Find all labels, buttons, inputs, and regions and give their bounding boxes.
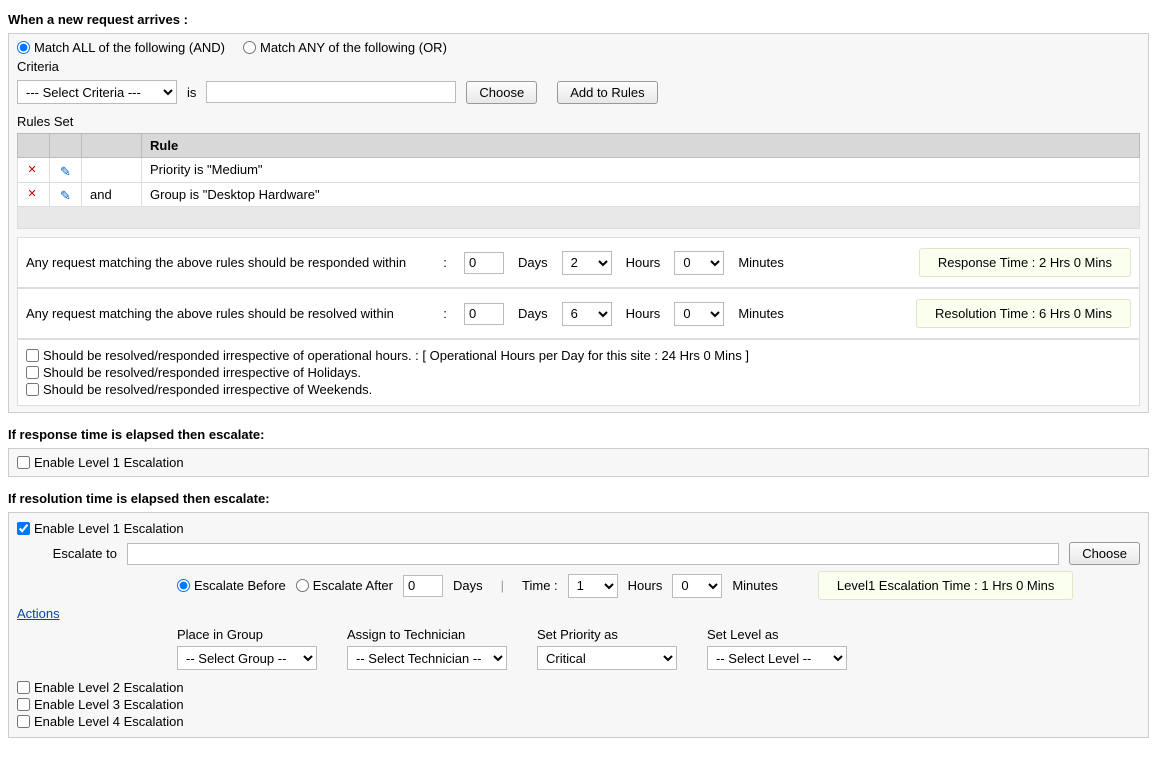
escalate-days-input[interactable] <box>403 575 443 597</box>
days-label: Days <box>453 578 483 593</box>
resolution-days-input[interactable] <box>464 303 504 325</box>
resolution-hours-select[interactable]: 6 <box>562 302 612 326</box>
minutes-label: Minutes <box>738 306 784 321</box>
criteria-is-label: is <box>187 85 196 100</box>
set-level-label: Set Level as <box>707 627 847 642</box>
table-row: and Group is "Desktop Hardware" <box>18 182 1140 207</box>
operational-hours-box: Should be resolved/responded irrespectiv… <box>17 339 1140 406</box>
ops-main-label[interactable]: Should be resolved/responded irrespectiv… <box>26 348 1131 363</box>
rule-text: Priority is "Medium" <box>142 158 1140 183</box>
days-label: Days <box>518 255 548 270</box>
resolution-label: Any request matching the above rules sho… <box>26 306 426 321</box>
match-all-radio[interactable] <box>17 41 30 54</box>
ops-weekends-label[interactable]: Should be resolved/responded irrespectiv… <box>26 382 1131 397</box>
section-title-new-request: When a new request arrives : <box>8 12 1149 27</box>
days-label: Days <box>518 306 548 321</box>
edit-icon[interactable] <box>59 188 73 202</box>
set-priority-label: Set Priority as <box>537 627 677 642</box>
resolution-time-badge: Resolution Time : 6 Hrs 0 Mins <box>916 299 1131 328</box>
resolution-level3-checkbox[interactable] <box>17 698 30 711</box>
response-level1-checkbox[interactable] <box>17 456 30 469</box>
escalate-hours-select[interactable]: 1 <box>568 574 618 598</box>
ops-holidays-label[interactable]: Should be resolved/responded irrespectiv… <box>26 365 1131 380</box>
choose-button[interactable]: Choose <box>466 81 537 104</box>
table-row: Priority is "Medium" <box>18 158 1140 183</box>
response-time-badge: Response Time : 2 Hrs 0 Mins <box>919 248 1131 277</box>
criteria-select[interactable]: --- Select Criteria --- <box>17 80 177 104</box>
hours-label: Hours <box>626 255 661 270</box>
match-any-label[interactable]: Match ANY of the following (OR) <box>243 40 447 55</box>
section-title-response-escalate: If response time is elapsed then escalat… <box>8 427 1149 442</box>
resolution-level4-label[interactable]: Enable Level 4 Escalation <box>17 714 1140 729</box>
ops-holidays-checkbox[interactable] <box>26 366 39 379</box>
resolution-time-row: Any request matching the above rules sho… <box>17 288 1140 339</box>
minutes-label: Minutes <box>732 578 778 593</box>
escalate-after-label[interactable]: Escalate After <box>296 578 393 593</box>
delete-icon[interactable] <box>27 188 41 202</box>
place-group-select[interactable]: -- Select Group -- <box>177 646 317 670</box>
response-time-row: Any request matching the above rules sho… <box>17 237 1140 288</box>
place-group-label: Place in Group <box>177 627 317 642</box>
delete-icon[interactable] <box>27 164 41 178</box>
escalate-choose-button[interactable]: Choose <box>1069 542 1140 565</box>
escalate-after-radio[interactable] <box>296 579 309 592</box>
escalate-minutes-select[interactable]: 0 <box>672 574 722 598</box>
escalate-to-label: Escalate to <box>17 546 117 561</box>
table-row-blank <box>18 207 1140 229</box>
hours-label: Hours <box>628 578 663 593</box>
criteria-label: Criteria <box>17 59 1140 74</box>
resolution-level3-label[interactable]: Enable Level 3 Escalation <box>17 697 1140 712</box>
escalate-to-input[interactable] <box>127 543 1059 565</box>
assign-tech-label: Assign to Technician <box>347 627 507 642</box>
rules-table: Rule Priority is "Medium" and Group is "… <box>17 133 1140 229</box>
hours-label: Hours <box>626 306 661 321</box>
resolution-level2-label[interactable]: Enable Level 2 Escalation <box>17 680 1140 695</box>
resolution-level4-checkbox[interactable] <box>17 715 30 728</box>
rule-conj: and <box>82 182 142 207</box>
rule-text: Group is "Desktop Hardware" <box>142 182 1140 207</box>
resolution-escalation-panel: Enable Level 1 Escalation Escalate to Ch… <box>8 512 1149 738</box>
resolution-level2-checkbox[interactable] <box>17 681 30 694</box>
rules-set-label: Rules Set <box>17 114 1140 129</box>
add-to-rules-button[interactable]: Add to Rules <box>557 81 657 104</box>
set-level-select[interactable]: -- Select Level -- <box>707 646 847 670</box>
criteria-panel: Match ALL of the following (AND) Match A… <box>8 33 1149 413</box>
escalation-time-badge: Level1 Escalation Time : 1 Hrs 0 Mins <box>818 571 1073 600</box>
response-days-input[interactable] <box>464 252 504 274</box>
criteria-value-input[interactable] <box>206 81 456 103</box>
response-minutes-select[interactable]: 0 <box>674 251 724 275</box>
rules-col-rule: Rule <box>142 134 1140 158</box>
ops-weekends-checkbox[interactable] <box>26 383 39 396</box>
match-any-radio[interactable] <box>243 41 256 54</box>
resolution-minutes-select[interactable]: 0 <box>674 302 724 326</box>
actions-link[interactable]: Actions <box>17 606 60 621</box>
match-any-text: Match ANY of the following (OR) <box>260 40 447 55</box>
section-title-resolution-escalate: If resolution time is elapsed then escal… <box>8 491 1149 506</box>
match-all-text: Match ALL of the following (AND) <box>34 40 225 55</box>
resolution-level1-label[interactable]: Enable Level 1 Escalation <box>17 521 1140 536</box>
ops-main-checkbox[interactable] <box>26 349 39 362</box>
assign-tech-select[interactable]: -- Select Technician -- <box>347 646 507 670</box>
escalate-before-radio[interactable] <box>177 579 190 592</box>
response-level1-label[interactable]: Enable Level 1 Escalation <box>17 455 1140 470</box>
time-label: Time : <box>522 578 558 593</box>
match-all-label[interactable]: Match ALL of the following (AND) <box>17 40 225 55</box>
rule-conj <box>82 158 142 183</box>
response-escalation-panel: Enable Level 1 Escalation <box>8 448 1149 477</box>
resolution-level1-checkbox[interactable] <box>17 522 30 535</box>
response-hours-select[interactable]: 2 <box>562 251 612 275</box>
edit-icon[interactable] <box>59 164 73 178</box>
response-label: Any request matching the above rules sho… <box>26 255 426 270</box>
minutes-label: Minutes <box>738 255 784 270</box>
escalate-before-label[interactable]: Escalate Before <box>177 578 286 593</box>
set-priority-select[interactable]: Critical <box>537 646 677 670</box>
